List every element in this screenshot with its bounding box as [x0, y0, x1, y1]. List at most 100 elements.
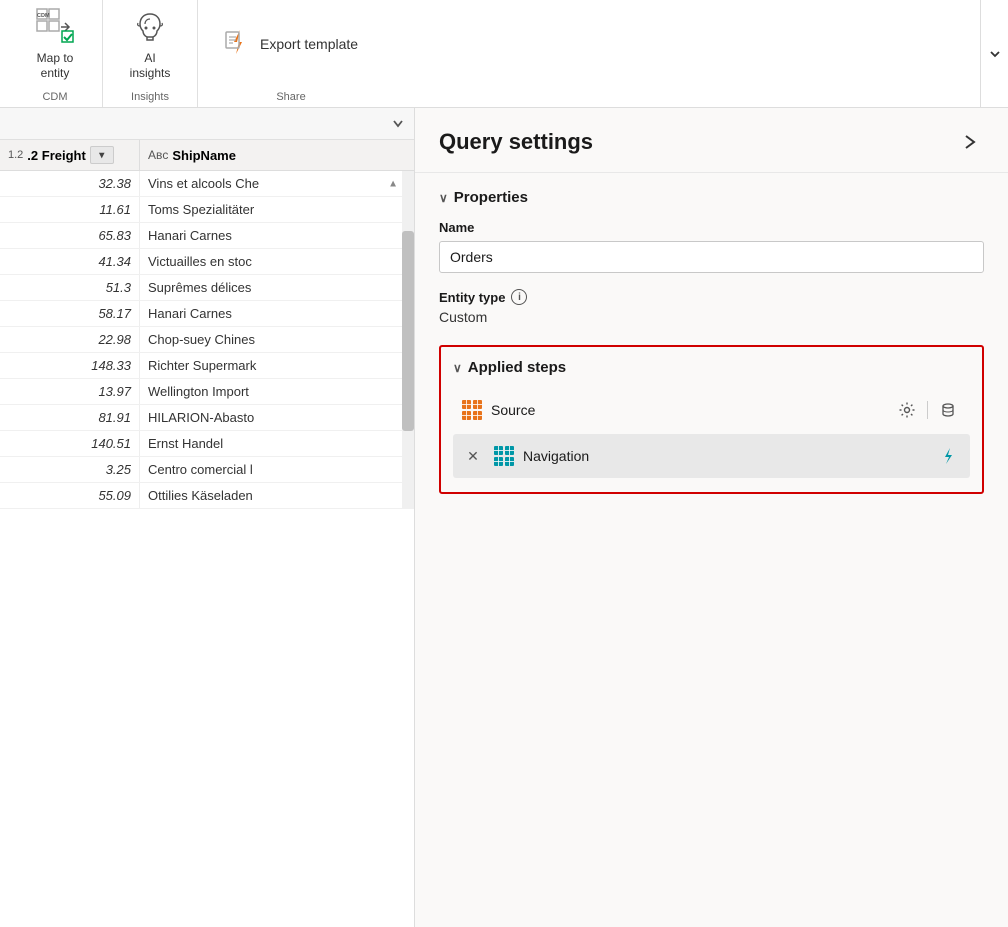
- share-ribbon-group: Export template Share: [198, 0, 384, 107]
- applied-steps-header[interactable]: ∨ Applied steps: [453, 359, 970, 376]
- shipname-cell: Toms Spezialitäter: [140, 197, 414, 222]
- table-row[interactable]: 41.34 Victuailles en stoc: [0, 249, 414, 275]
- collapse-bar[interactable]: [0, 108, 414, 140]
- step-icon-separator: [927, 401, 928, 419]
- applied-steps-label: Applied steps: [468, 359, 566, 376]
- table-row[interactable]: 32.38▲ Vins et alcools Che: [0, 171, 414, 197]
- shipname-cell: Chop-suey Chines: [140, 327, 414, 352]
- entity-type-label: Entity type: [439, 290, 505, 305]
- sort-arrow-icon: ▲: [388, 178, 398, 189]
- shipname-cell: Ottilies Käseladen: [140, 483, 414, 508]
- name-input[interactable]: [439, 241, 984, 273]
- freight-cell: 81.91: [0, 405, 140, 430]
- freight-cell: 58.17: [0, 301, 140, 326]
- freight-cell: 55.09: [0, 483, 140, 508]
- left-panel: 1.2 .2 Freight ▾ Aʙc ShipName 32.38▲ Vin…: [0, 108, 415, 927]
- applied-steps-chevron-icon: ∨: [453, 361, 462, 375]
- settings-body: ∨ Properties Name Entity type i Custom ∨…: [415, 173, 1008, 927]
- properties-section-header[interactable]: ∨ Properties: [439, 189, 984, 206]
- map-to-entity-icon: CDM: [35, 7, 75, 47]
- scrollbar-track[interactable]: [402, 171, 414, 509]
- shipname-cell: Hanari Carnes: [140, 223, 414, 248]
- table-row[interactable]: 3.25 Centro comercial l: [0, 457, 414, 483]
- main-area: 1.2 .2 Freight ▾ Aʙc ShipName 32.38▲ Vin…: [0, 108, 1008, 927]
- freight-cell: 11.61: [0, 197, 140, 222]
- map-to-entity-label: Map to entity: [37, 51, 74, 80]
- shipname-cell: Hanari Carnes: [140, 301, 414, 326]
- freight-cell: 32.38▲: [0, 171, 140, 196]
- table-row[interactable]: 148.33 Richter Supermark: [0, 353, 414, 379]
- freight-cell: 51.3: [0, 275, 140, 300]
- table-body: 32.38▲ Vins et alcools Che 11.61 Toms Sp…: [0, 171, 414, 509]
- source-step-left: Source: [461, 399, 535, 421]
- freight-filter-dropdown[interactable]: ▾: [90, 146, 114, 164]
- table-row[interactable]: 11.61 Toms Spezialitäter: [0, 197, 414, 223]
- shipname-cell: Suprêmes délices: [140, 275, 414, 300]
- source-step[interactable]: Source: [453, 388, 970, 432]
- navigation-step-actions: [934, 442, 962, 470]
- navigation-lightning-button[interactable]: [934, 442, 962, 470]
- freight-cell: 22.98: [0, 327, 140, 352]
- collapse-ribbon-button[interactable]: [980, 0, 1008, 107]
- source-step-actions: [893, 396, 962, 424]
- source-step-name: Source: [491, 402, 535, 418]
- shipname-cell: Centro comercial l: [140, 457, 414, 482]
- map-to-entity-button[interactable]: CDM Map to entity: [20, 1, 90, 86]
- shipname-type-icon: Aʙc: [148, 148, 168, 162]
- scrollbar-thumb[interactable]: [402, 231, 414, 431]
- table-row[interactable]: 13.97 Wellington Import: [0, 379, 414, 405]
- navigation-step[interactable]: ✕: [453, 434, 970, 478]
- properties-chevron-icon: ∨: [439, 191, 448, 205]
- table-row[interactable]: 55.09 Ottilies Käseladen: [0, 483, 414, 509]
- freight-cell: 41.34: [0, 249, 140, 274]
- ai-insights-button[interactable]: AI insights: [115, 1, 185, 86]
- table-row[interactable]: 51.3 Suprêmes délices: [0, 275, 414, 301]
- ai-insights-icon: [130, 7, 170, 47]
- shipname-cell: Ernst Handel: [140, 431, 414, 456]
- shipname-col-label: ShipName: [172, 148, 236, 163]
- query-settings-header: Query settings: [415, 108, 1008, 173]
- shipname-cell: Richter Supermark: [140, 353, 414, 378]
- entity-type-info-icon[interactable]: i: [511, 289, 527, 305]
- table-row[interactable]: 58.17 Hanari Carnes: [0, 301, 414, 327]
- freight-type-icon: 1.2: [8, 149, 23, 161]
- right-panel: Query settings ∨ Properties Name Entity …: [415, 108, 1008, 927]
- share-group-label: Share: [198, 91, 384, 103]
- navigation-step-name: Navigation: [523, 448, 589, 464]
- table-row[interactable]: 81.91 HILARION-Abasto: [0, 405, 414, 431]
- close-panel-button[interactable]: [956, 128, 984, 156]
- cdm-ribbon-group: CDM Map to entity CDM: [8, 0, 103, 107]
- source-step-icon: [461, 399, 483, 421]
- freight-col-label: .2 Freight: [27, 148, 86, 163]
- source-db-button[interactable]: [934, 396, 962, 424]
- source-gear-button[interactable]: [893, 396, 921, 424]
- navigation-delete-button[interactable]: ✕: [461, 444, 485, 468]
- entity-type-row: Entity type i: [439, 289, 984, 305]
- shipname-cell: Wellington Import: [140, 379, 414, 404]
- name-field-label: Name: [439, 220, 984, 235]
- navigation-step-icon: [493, 445, 515, 467]
- shipname-cell: HILARION-Abasto: [140, 405, 414, 430]
- freight-cell: 13.97: [0, 379, 140, 404]
- navigation-step-left: ✕: [461, 444, 589, 468]
- svg-text:CDM: CDM: [37, 13, 50, 19]
- freight-cell: 148.33: [0, 353, 140, 378]
- export-template-icon: [224, 28, 252, 59]
- properties-label: Properties: [454, 189, 528, 206]
- insights-group-label: Insights: [103, 91, 197, 103]
- shipname-cell: Victuailles en stoc: [140, 249, 414, 274]
- table-row[interactable]: 22.98 Chop-suey Chines: [0, 327, 414, 353]
- query-settings-title: Query settings: [439, 129, 593, 155]
- freight-cell: 3.25: [0, 457, 140, 482]
- cdm-group-label: CDM: [8, 91, 102, 103]
- entity-type-value: Custom: [439, 309, 984, 325]
- freight-column-header[interactable]: 1.2 .2 Freight ▾: [0, 140, 140, 170]
- table-row[interactable]: 140.51 Ernst Handel: [0, 431, 414, 457]
- ai-insights-label: AI insights: [130, 51, 171, 80]
- table-row[interactable]: 65.83 Hanari Carnes: [0, 223, 414, 249]
- export-template-button[interactable]: Export template: [210, 20, 372, 67]
- insights-ribbon-group: AI insights Insights: [103, 0, 198, 107]
- applied-steps-section: ∨ Applied steps: [439, 345, 984, 494]
- shipname-cell: Vins et alcools Che: [140, 171, 414, 196]
- shipname-column-header[interactable]: Aʙc ShipName: [140, 140, 414, 170]
